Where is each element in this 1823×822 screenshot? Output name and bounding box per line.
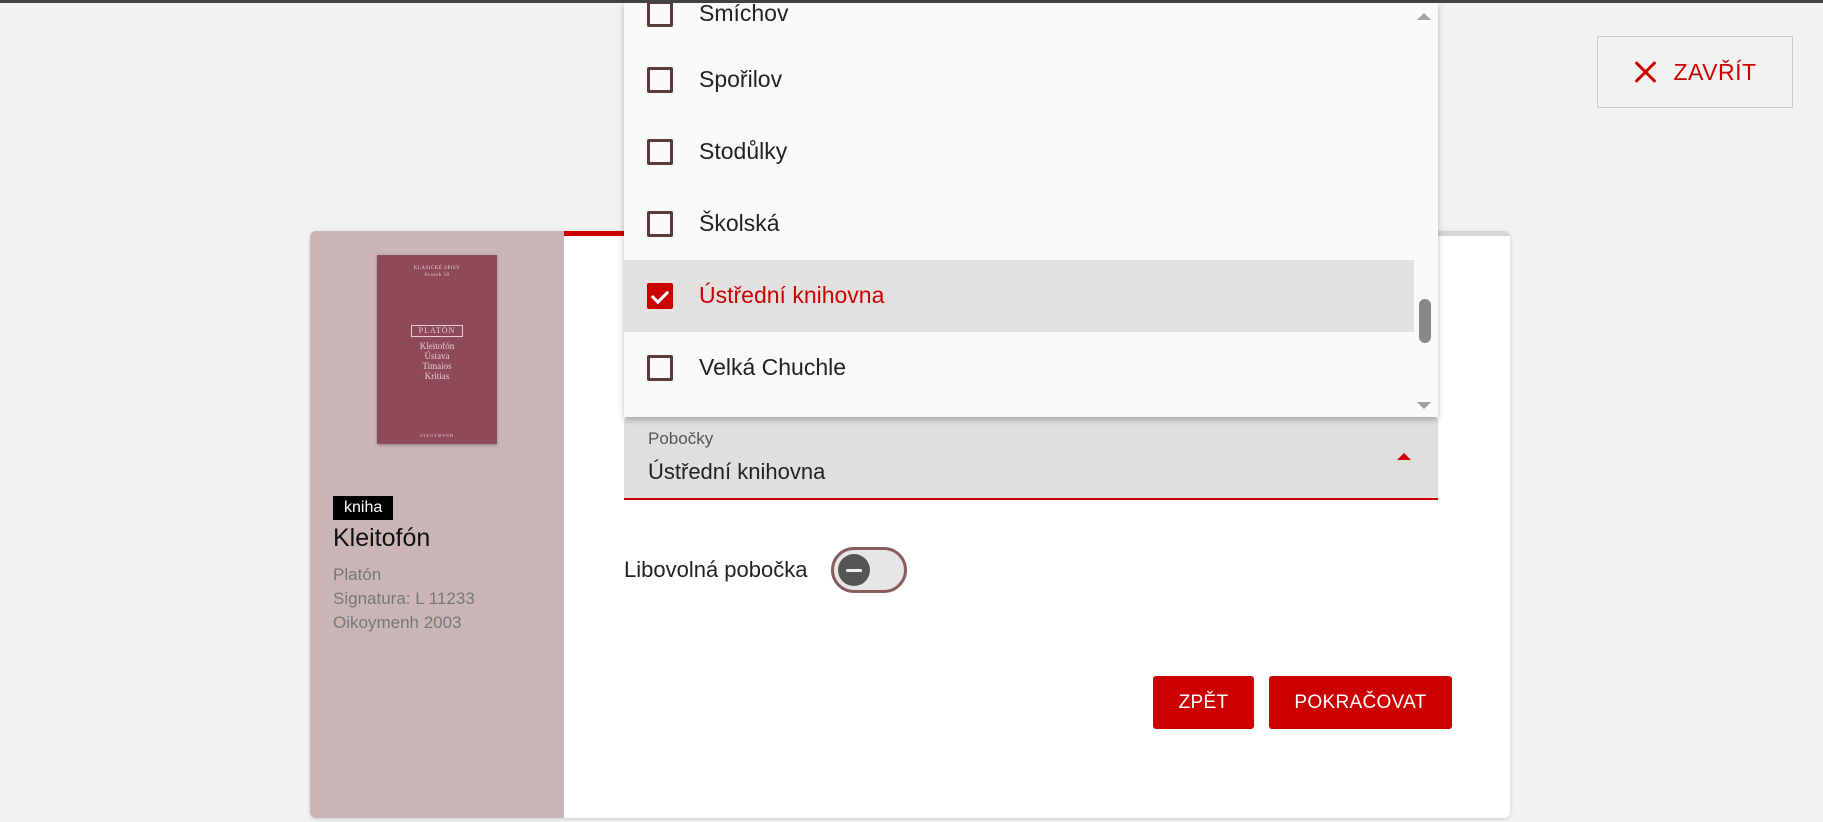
option-label: Smíchov	[699, 3, 789, 26]
close-button[interactable]: ZAVŘÍT	[1597, 36, 1793, 108]
cover-title: Ústava	[424, 351, 450, 361]
cover-title: Timaios	[422, 361, 452, 371]
any-branch-label: Libovolná pobočka	[624, 557, 808, 582]
option-label: Spořilov	[699, 66, 783, 92]
caret-up-icon[interactable]	[1397, 453, 1411, 460]
branches-select-label: Pobočky	[648, 429, 714, 448]
cover-publisher: OIKOYMENH	[420, 433, 454, 438]
dropdown-option[interactable]: Spořilov	[624, 44, 1414, 116]
branches-select[interactable]: Pobočky Ústřední knihovna	[624, 417, 1438, 500]
branches-select-value: Ústřední knihovna	[648, 459, 826, 484]
dropdown-option[interactable]: Stodůlky	[624, 116, 1414, 188]
toggle-knob-minus-icon	[838, 554, 870, 586]
dropdown-option[interactable]: Smíchov	[624, 3, 1414, 50]
branches-dropdown-list[interactable]: Smíchov Spořilov Stodůlky Školská Ústřed…	[624, 3, 1438, 417]
dropdown-option[interactable]: Velká Chuchle	[624, 332, 1414, 404]
scrollbar-thumb[interactable]	[1419, 299, 1431, 343]
checkbox[interactable]	[647, 139, 673, 165]
book-signature: Signatura: L 11233	[333, 589, 475, 608]
continue-button[interactable]: POKRAČOVAT	[1269, 676, 1452, 729]
option-label: Stodůlky	[699, 138, 788, 164]
cover-title: Kritias	[424, 371, 450, 381]
cover-series: KLASICKÉ SPISY	[413, 266, 461, 271]
option-label: Velká Chuchle	[699, 354, 847, 380]
book-author: Platón	[333, 565, 382, 584]
dropdown-option-selected[interactable]: Ústřední knihovna	[624, 260, 1414, 332]
dropdown-option[interactable]: Školská	[624, 188, 1414, 260]
book-title: Kleitofón	[333, 524, 431, 552]
book-publisher: Oikoymenh 2003	[333, 613, 462, 632]
close-button-label: ZAVŘÍT	[1673, 58, 1757, 85]
checkbox-checked[interactable]	[647, 283, 673, 309]
book-panel: KLASICKÉ SPISY Svazek 10 PLATÓN Kleitofó…	[310, 231, 564, 818]
checkbox[interactable]	[647, 67, 673, 93]
checkbox[interactable]	[647, 211, 673, 237]
scroll-down-arrow-icon[interactable]	[1417, 402, 1431, 409]
cover-title: Kleitofón	[419, 341, 455, 351]
back-button[interactable]: ZPĚT	[1153, 676, 1254, 729]
option-label: Školská	[699, 210, 780, 236]
cover-series-volume: Svazek 10	[424, 273, 450, 278]
any-branch-toggle[interactable]	[831, 547, 907, 593]
scroll-up-arrow-icon[interactable]	[1417, 13, 1431, 20]
cover-author: PLATÓN	[411, 325, 463, 337]
checkbox[interactable]	[647, 355, 673, 381]
checkbox[interactable]	[647, 3, 673, 27]
book-cover-image: KLASICKÉ SPISY Svazek 10 PLATÓN Kleitofó…	[377, 255, 497, 444]
close-icon	[1633, 59, 1659, 85]
type-badge: kniha	[333, 496, 394, 520]
option-label: Ústřední knihovna	[699, 282, 885, 308]
